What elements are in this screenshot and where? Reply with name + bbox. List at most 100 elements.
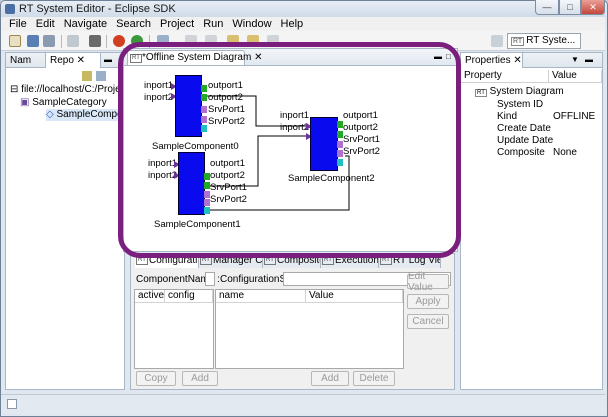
menu-bar: File Edit Navigate Search Project Run Wi… bbox=[1, 17, 605, 31]
perspective-switcher[interactable]: RT RT Syste... bbox=[507, 33, 581, 49]
delete-param-button[interactable]: Delete bbox=[353, 371, 395, 386]
component-2[interactable] bbox=[310, 117, 338, 171]
component-1[interactable] bbox=[178, 152, 205, 215]
debug-icon[interactable] bbox=[89, 35, 101, 47]
config-set-table[interactable]: active config bbox=[134, 289, 214, 369]
tab-offline-system-diagram[interactable]: RT *Offline System Diagram ✕ bbox=[127, 50, 262, 65]
minimize-view-icon[interactable]: ▬ bbox=[585, 55, 593, 64]
navigator-tabstrip: Nam Repo ✕ ▬ bbox=[6, 53, 124, 68]
col-config[interactable]: config bbox=[165, 290, 213, 303]
tab-properties-label: Properties bbox=[465, 55, 511, 66]
view-menu-icon[interactable]: ▼ bbox=[571, 55, 579, 64]
diagram-editor: RT *Offline System Diagram ✕ ▬ □ inport1 … bbox=[123, 48, 458, 252]
tree-item-root[interactable]: ⊟ file://localhost/C:/Projec bbox=[10, 84, 126, 96]
c0-outport2-icon[interactable] bbox=[201, 94, 207, 101]
tab-properties[interactable]: Properties ✕ bbox=[461, 53, 523, 68]
tree-item-category[interactable]: ▣ SampleCategory bbox=[20, 97, 107, 109]
component-0[interactable] bbox=[175, 75, 202, 137]
minimize-button[interactable]: — bbox=[535, 0, 559, 15]
add-param-button[interactable]: Add bbox=[311, 371, 349, 386]
config-params-table[interactable]: name Value bbox=[215, 289, 404, 369]
maximize-view-icon[interactable]: □ bbox=[446, 52, 451, 61]
close-button[interactable]: ✕ bbox=[581, 0, 605, 15]
refresh-icon[interactable] bbox=[96, 71, 106, 81]
prop-name-composite: Composite bbox=[497, 147, 545, 158]
forward-icon[interactable] bbox=[267, 35, 279, 47]
next-annotation-icon[interactable] bbox=[205, 35, 217, 47]
new-icon[interactable] bbox=[9, 35, 21, 47]
menu-help[interactable]: Help bbox=[281, 18, 304, 30]
c2-inport2-label: inport2 bbox=[280, 122, 310, 133]
copy-button[interactable]: Copy bbox=[136, 371, 176, 386]
tab-execution[interactable]: Execution bbox=[321, 254, 379, 268]
menu-run[interactable]: Run bbox=[203, 18, 223, 30]
c0-config-port-icon[interactable] bbox=[201, 125, 207, 132]
component-icon: ◇ bbox=[46, 109, 54, 120]
rt-badge-icon: RT bbox=[475, 89, 487, 97]
menu-project[interactable]: Project bbox=[160, 18, 194, 30]
tree-item-category-label: SampleCategory bbox=[32, 97, 107, 108]
menu-file[interactable]: File bbox=[9, 18, 27, 30]
tab-navigator[interactable]: Nam bbox=[6, 53, 46, 68]
c1-config-port-icon[interactable] bbox=[204, 207, 210, 214]
c2-srvport1-label: SrvPort1 bbox=[343, 134, 380, 145]
back-icon[interactable] bbox=[247, 35, 259, 47]
print-icon[interactable] bbox=[67, 35, 79, 47]
c0-srvport1-label: SrvPort1 bbox=[208, 104, 245, 115]
component-name-field[interactable] bbox=[205, 272, 215, 286]
tab-repository[interactable]: Repo ✕ bbox=[46, 53, 101, 68]
tab-manager-control[interactable]: Manager Co bbox=[199, 254, 263, 268]
c0-inport2-label: inport2 bbox=[144, 92, 174, 103]
tab-rt-log-view[interactable]: RT Log Vie bbox=[379, 254, 441, 268]
prop-header-value[interactable]: Value bbox=[549, 70, 602, 83]
run-last-icon[interactable] bbox=[131, 35, 143, 47]
menu-edit[interactable]: Edit bbox=[36, 18, 55, 30]
minimize-view-icon[interactable]: ▬ bbox=[434, 52, 442, 61]
prop-name-create-date: Create Date bbox=[497, 123, 551, 134]
add-config-set-button[interactable]: Add bbox=[182, 371, 218, 386]
col-name[interactable]: name bbox=[216, 290, 306, 303]
prop-root[interactable]: RT System Diagram bbox=[475, 86, 564, 99]
run-icon[interactable] bbox=[113, 35, 125, 47]
menu-navigate[interactable]: Navigate bbox=[64, 18, 107, 30]
col-active[interactable]: active bbox=[135, 290, 165, 303]
rt-badge-icon: RT bbox=[511, 37, 525, 46]
c0-srvport2-icon[interactable] bbox=[201, 116, 207, 123]
prop-root-label: System Diagram bbox=[489, 86, 564, 97]
save-all-icon[interactable] bbox=[43, 35, 55, 47]
c2-config-port-icon[interactable] bbox=[337, 159, 343, 166]
c1-outport2-label: outport2 bbox=[210, 170, 245, 181]
prop-value-composite: None bbox=[553, 147, 577, 158]
collapse-all-icon[interactable] bbox=[82, 71, 92, 81]
cancel-button[interactable]: Cancel bbox=[407, 314, 449, 329]
c1-name: SampleComponent1 bbox=[154, 219, 241, 230]
c0-outport1-label: outport1 bbox=[208, 80, 243, 91]
prop-name-update-date: Update Date bbox=[497, 135, 554, 146]
menu-search[interactable]: Search bbox=[116, 18, 151, 30]
properties-tabstrip: Properties ✕ ▼ ▬ bbox=[461, 53, 602, 68]
open-folder-icon[interactable] bbox=[227, 35, 239, 47]
c2-outport1-label: outport1 bbox=[343, 110, 378, 121]
col-value[interactable]: Value bbox=[306, 290, 403, 303]
minimize-view-icon[interactable]: ▬ bbox=[104, 55, 112, 64]
c0-outport2-label: outport2 bbox=[208, 92, 243, 103]
fast-view-icon[interactable] bbox=[7, 399, 17, 409]
save-icon[interactable] bbox=[27, 35, 39, 47]
c2-name: SampleComponent2 bbox=[288, 173, 375, 184]
external-tools-icon[interactable] bbox=[157, 35, 169, 47]
c1-inport1-label: inport1 bbox=[148, 158, 178, 169]
edit-value-button[interactable]: Edit Value bbox=[407, 271, 449, 293]
menu-window[interactable]: Window bbox=[232, 18, 271, 30]
apply-button[interactable]: Apply bbox=[407, 294, 449, 309]
open-perspective-icon[interactable] bbox=[491, 35, 503, 47]
c0-outport1-icon[interactable] bbox=[201, 85, 207, 92]
prop-name-system-id: System ID bbox=[497, 99, 544, 110]
search-icon[interactable] bbox=[185, 35, 197, 47]
tab-composite[interactable]: Composite bbox=[263, 254, 321, 268]
prop-header-property[interactable]: Property bbox=[461, 70, 549, 83]
tab-configuration[interactable]: Configurati bbox=[135, 254, 199, 268]
c0-name: SampleComponent0 bbox=[152, 141, 239, 152]
configuration-panel: Configurati Manager Co Composite Executi… bbox=[130, 253, 455, 390]
c0-srvport1-icon[interactable] bbox=[201, 106, 207, 113]
maximize-button[interactable]: □ bbox=[559, 0, 581, 15]
